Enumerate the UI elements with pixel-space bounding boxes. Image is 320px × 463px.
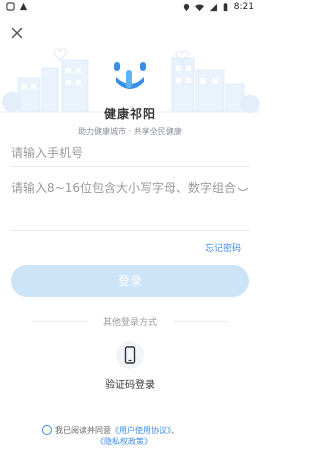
password-field-container[interactable]: 请输入8~16位包含大小写字母、数字组合 [11,176,249,231]
status-time: 8:21 [233,2,254,12]
agreement-separator: 、 [171,426,179,435]
wifi-icon [194,4,204,12]
app-slogan: 助力健康城市 · 共享全民健康 [78,127,182,136]
location-icon [183,3,189,12]
login-button[interactable]: 登录 [11,265,249,297]
status-left [6,2,28,11]
app-name: 健康祁阳 [103,107,156,121]
divider-right [173,321,228,322]
agreement-text: 我已阅读并同意《用户使用协议》、 《隐私权政策》 [42,425,242,446]
agree-radio[interactable] [42,425,52,435]
other-login-divider: 其他登录方式 [0,315,260,328]
app-icon [19,2,28,11]
phone-input[interactable] [11,140,249,166]
status-bar: 8:21 [0,0,260,16]
phone-icon[interactable] [116,341,144,369]
user-agreement-link[interactable]: 《用户使用协议》 [111,426,171,435]
app-logo [114,62,146,89]
battery-icon [223,3,228,12]
notification-icon [6,2,15,11]
forgot-password-link[interactable]: 忘记密码 [205,241,241,254]
sms-login-label[interactable]: 验证码登录 [0,376,260,391]
signal-icon [209,3,217,12]
agreement-line2: 《隐私权政策》 [96,436,152,447]
phone-field-container [11,140,249,167]
password-input[interactable]: 请输入8~16位包含大小写字母、数字组合 [11,179,237,229]
agreement-prefix: 我已阅读并同意 [55,426,111,435]
status-right: 8:21 [182,2,254,13]
privacy-policy-link[interactable]: 《隐私权政策》 [96,437,152,446]
eye-closed-icon[interactable] [237,186,249,194]
